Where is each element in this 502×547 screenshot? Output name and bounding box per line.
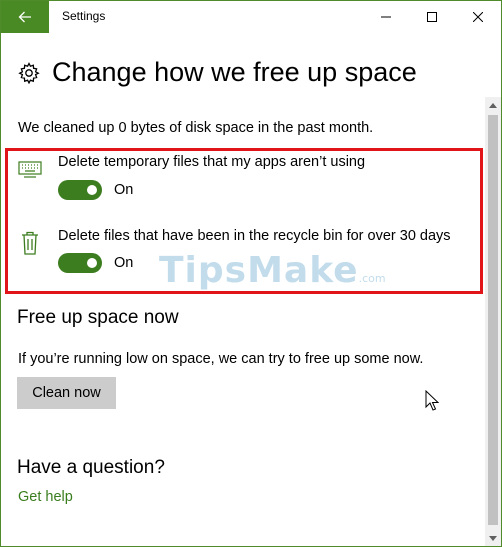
back-arrow-icon bbox=[18, 11, 31, 23]
minimize-button[interactable] bbox=[363, 1, 409, 33]
watermark-text: TipsMake bbox=[159, 250, 359, 291]
back-button[interactable] bbox=[1, 1, 49, 33]
title-bar: Settings bbox=[1, 1, 501, 33]
window-title: Settings bbox=[62, 9, 106, 23]
scroll-up-button[interactable] bbox=[485, 97, 501, 113]
toggle-knob bbox=[87, 258, 97, 268]
scroll-down-button[interactable] bbox=[485, 530, 501, 546]
maximize-button[interactable] bbox=[409, 1, 455, 33]
gear-icon bbox=[18, 62, 40, 85]
free-up-heading: Free up space now bbox=[17, 307, 179, 328]
scrollbar-thumb[interactable] bbox=[488, 115, 498, 525]
close-icon bbox=[473, 12, 483, 22]
toggle-state-label: On bbox=[114, 182, 134, 198]
close-button[interactable] bbox=[455, 1, 501, 33]
trash-icon bbox=[22, 231, 38, 255]
cleanup-summary: We cleaned up 0 bytes of disk space in t… bbox=[18, 120, 374, 136]
chevron-down-icon bbox=[489, 535, 497, 541]
get-help-link[interactable]: Get help bbox=[18, 489, 73, 505]
toggle-state-label: On bbox=[114, 255, 134, 271]
question-heading: Have a question? bbox=[17, 457, 165, 478]
clean-now-button[interactable]: Clean now bbox=[17, 377, 116, 409]
keyboard-icon bbox=[18, 161, 42, 178]
watermark: TipsMake.com bbox=[159, 250, 386, 291]
temp-files-toggle[interactable] bbox=[58, 180, 102, 200]
settings-window: Settings Change how we free up space We … bbox=[0, 0, 502, 547]
minimize-icon bbox=[381, 16, 391, 18]
watermark-suffix: .com bbox=[358, 272, 386, 285]
mouse-cursor-icon bbox=[425, 390, 439, 411]
free-up-description: If you’re running low on space, we can t… bbox=[18, 351, 424, 367]
recycle-bin-toggle[interactable] bbox=[58, 253, 102, 273]
toggle-knob bbox=[87, 185, 97, 195]
chevron-up-icon bbox=[489, 102, 497, 108]
option-label-recycle-bin: Delete files that have been in the recyc… bbox=[58, 228, 451, 244]
maximize-icon bbox=[427, 12, 437, 22]
option-label-temp-files: Delete temporary files that my apps aren… bbox=[58, 154, 366, 170]
page-title: Change how we free up space bbox=[52, 57, 417, 87]
vertical-scrollbar[interactable] bbox=[485, 97, 501, 546]
